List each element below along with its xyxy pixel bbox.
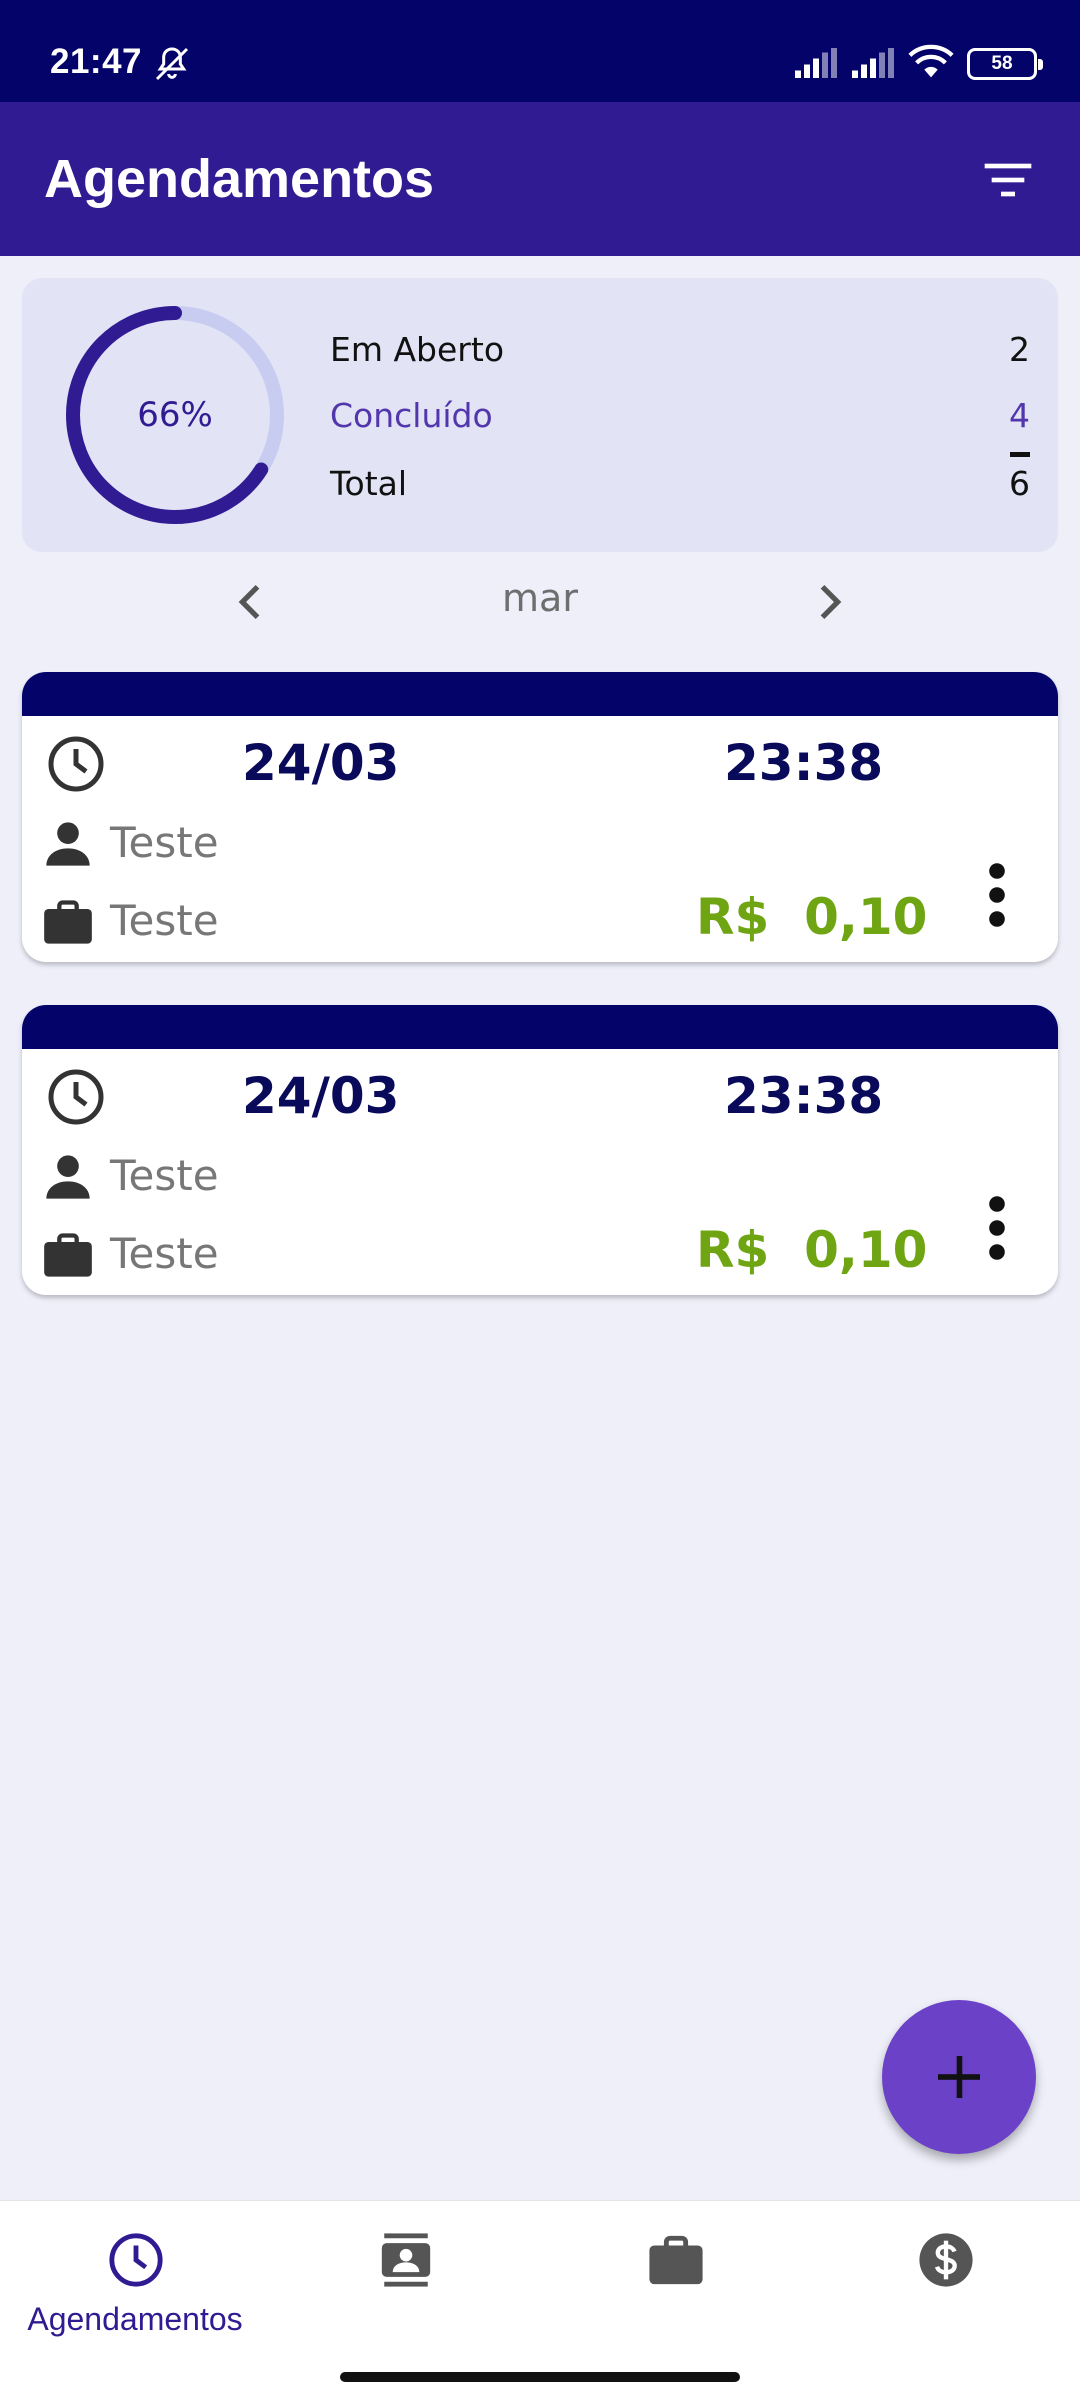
add-appointment-button[interactable] (882, 2000, 1036, 2154)
card-header-bar (22, 1005, 1058, 1049)
service-name: Teste (110, 896, 219, 945)
chevron-left-icon[interactable] (225, 576, 277, 628)
status-bar: 21:47 58 (0, 0, 1080, 102)
appointment-time: 23:38 (724, 1067, 884, 1125)
nav-item-finance[interactable] (810, 2201, 1080, 2361)
clock-icon (48, 736, 104, 792)
client-name: Teste (110, 818, 219, 867)
total-label: Total (330, 464, 408, 503)
card-header-bar (22, 672, 1058, 716)
nav-item-contacts[interactable] (270, 2201, 540, 2361)
appointment-card[interactable]: 24/03 23:38 Teste Teste R$ 0,10 (22, 1005, 1058, 1295)
summary-card: 66% Em Aberto 2 Concluído 4 Total 6 (22, 278, 1058, 552)
battery-icon: 58 (967, 48, 1043, 80)
done-label: Concluído (330, 396, 493, 435)
month-label: mar (502, 576, 578, 620)
open-value: 2 (1009, 330, 1030, 369)
wifi-icon (908, 44, 954, 78)
home-indicator (340, 2372, 740, 2382)
dollar-icon (919, 2233, 973, 2287)
contacts-icon (381, 2233, 431, 2287)
progress-percent: 66% (137, 395, 213, 435)
appointment-time: 23:38 (724, 734, 884, 792)
sum-divider (1010, 452, 1030, 457)
person-icon (46, 822, 90, 866)
open-label: Em Aberto (330, 330, 505, 369)
plus-icon (938, 2056, 980, 2098)
status-time: 21:47 (50, 42, 143, 81)
person-icon (46, 1155, 90, 1199)
app-bar: Agendamentos (0, 102, 1080, 256)
appointment-date: 24/03 (242, 734, 400, 792)
chevron-right-icon[interactable] (803, 576, 855, 628)
client-name: Teste (110, 1151, 219, 1200)
appointment-card[interactable]: 24/03 23:38 Teste Teste R$ 0,10 (22, 672, 1058, 962)
appointment-date: 24/03 (242, 1067, 400, 1125)
bottom-navigation: Agendamentos (0, 2200, 1080, 2400)
clock-icon (48, 1069, 104, 1125)
signal-icon (795, 48, 837, 78)
briefcase-icon (649, 2235, 703, 2285)
appointment-price: R$ 0,10 (696, 1221, 928, 1279)
more-vert-icon[interactable] (982, 1195, 1012, 1261)
done-value: 4 (1009, 396, 1030, 435)
signal-icon (852, 48, 894, 78)
briefcase-icon (44, 900, 92, 944)
appointment-price: R$ 0,10 (696, 888, 928, 946)
service-name: Teste (110, 1229, 219, 1278)
nav-item-agendamentos[interactable]: Agendamentos (0, 2201, 270, 2361)
page-title: Agendamentos (44, 149, 435, 209)
more-vert-icon[interactable] (982, 862, 1012, 928)
nav-item-services[interactable] (540, 2201, 810, 2361)
nav-label: Agendamentos (27, 2301, 243, 2337)
bell-off-icon (155, 47, 189, 81)
filter-icon[interactable] (980, 152, 1036, 208)
briefcase-icon (44, 1233, 92, 1277)
clock-icon (109, 2233, 163, 2287)
total-value: 6 (1009, 464, 1030, 503)
battery-level: 58 (991, 53, 1013, 74)
